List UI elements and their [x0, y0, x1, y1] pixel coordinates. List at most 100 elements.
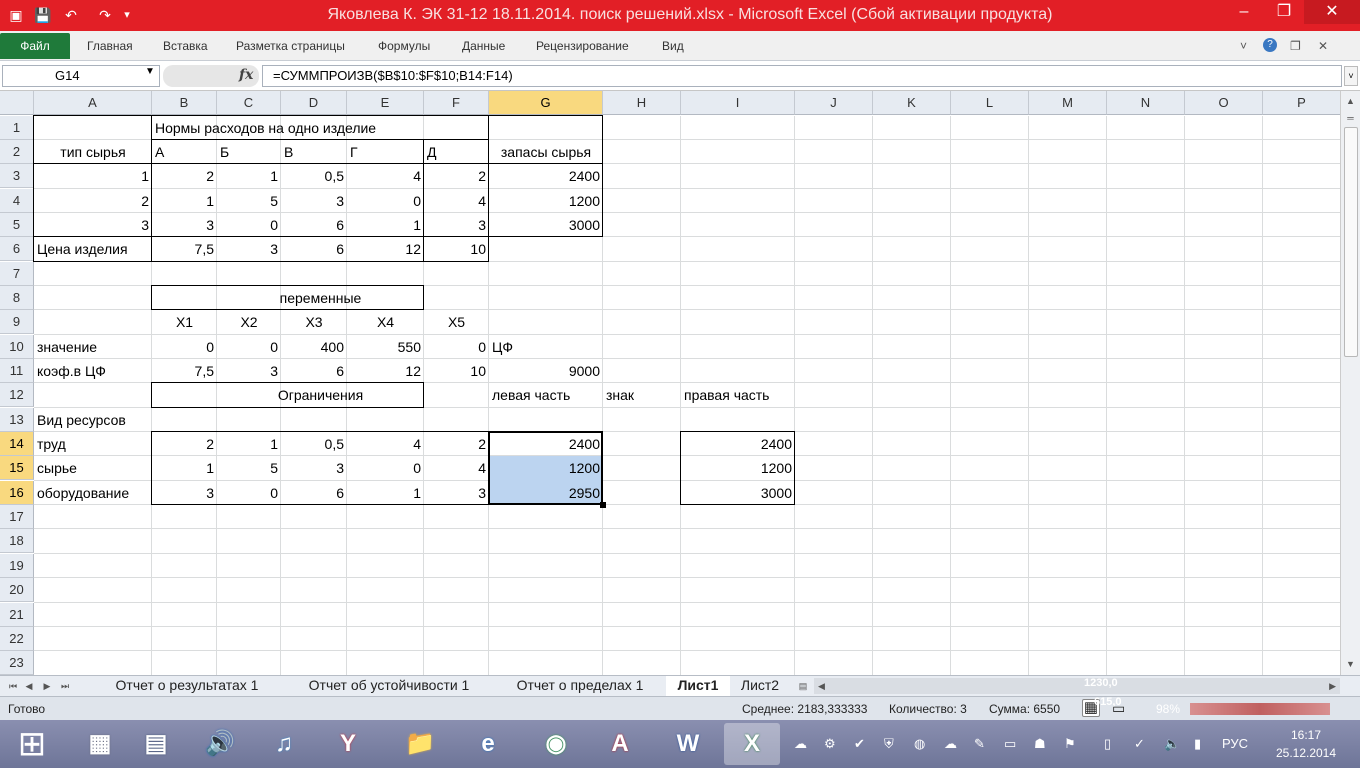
tab-data[interactable]: Данные	[462, 39, 505, 53]
column-header-i[interactable]: I	[681, 91, 795, 115]
cell-i12[interactable]: правая часть	[681, 383, 795, 407]
row-header-6[interactable]: 6	[0, 237, 34, 262]
tab-formulas[interactable]: Формулы	[378, 39, 430, 53]
tray-icon-2[interactable]: ⚙	[824, 736, 836, 752]
tray-icon-4[interactable]: ⛨	[884, 736, 894, 752]
row-header-3[interactable]: 3	[0, 164, 34, 189]
tray-icon-5[interactable]: ◍	[914, 736, 925, 752]
zoom-slider[interactable]	[1190, 703, 1330, 715]
row-header-19[interactable]: 19	[0, 553, 34, 578]
column-header-m[interactable]: M	[1029, 91, 1107, 115]
cell-d10[interactable]: 400	[281, 335, 347, 359]
column-header-d[interactable]: D	[281, 91, 347, 115]
scroll-right-icon[interactable]: ▶	[1329, 678, 1336, 694]
first-sheet-icon[interactable]: ⏮	[6, 678, 20, 694]
tray-icon-7[interactable]: ✎	[974, 736, 985, 752]
row-header-11[interactable]: 11	[0, 359, 34, 383]
tray-icon-11[interactable]: ▯	[1104, 736, 1111, 752]
row-header-1[interactable]: 1	[0, 115, 34, 140]
column-header-n[interactable]: N	[1107, 91, 1185, 115]
vertical-scrollbar[interactable]: ▲ ═ ▼	[1340, 91, 1360, 675]
row-header-4[interactable]: 4	[0, 188, 34, 213]
row-header-16[interactable]: 16	[0, 480, 34, 505]
cell-e11[interactable]: 12	[347, 359, 424, 383]
cell-g12[interactable]: левая часть	[489, 383, 603, 407]
new-sheet-icon[interactable]: ▤	[796, 678, 810, 694]
tab-sheet-results[interactable]: Отчет о результатах 1	[92, 676, 282, 696]
tab-sheet-sensitivity[interactable]: Отчет об устойчивости 1	[288, 676, 490, 696]
column-header-e[interactable]: E	[347, 91, 424, 115]
taskbar-app-word[interactable]: W	[660, 723, 716, 765]
row-header-10[interactable]: 10	[0, 334, 34, 359]
row-header-8[interactable]: 8	[0, 285, 34, 310]
taskbar-app-acrobat[interactable]: A	[592, 723, 648, 765]
cell-b11[interactable]: 7,5	[152, 359, 217, 383]
cell-f11[interactable]: 10	[424, 359, 489, 383]
taskbar-app-excel[interactable]: X	[724, 723, 780, 765]
clock[interactable]: 16:17 25.12.2014	[1266, 726, 1346, 762]
tab-view[interactable]: Вид	[662, 39, 684, 53]
tray-icon-6[interactable]: ☁	[944, 736, 957, 752]
row-header-13[interactable]: 13	[0, 407, 34, 432]
language-indicator[interactable]: РУС	[1222, 736, 1248, 751]
customize-quick-access-icon[interactable]: ▾	[120, 5, 134, 25]
tab-page-layout[interactable]: Разметка страницы	[236, 39, 345, 53]
tray-icon-8[interactable]: ▭	[1004, 736, 1016, 752]
row-header-2[interactable]: 2	[0, 139, 34, 164]
cell-g11[interactable]: 9000	[489, 359, 603, 383]
expand-formula-bar-icon[interactable]: ˅	[1344, 66, 1358, 86]
cell-a15[interactable]: сырье	[34, 456, 152, 480]
restore-workbook-icon[interactable]: ❐	[1290, 39, 1301, 53]
column-header-h[interactable]: H	[603, 91, 681, 115]
cell-h12[interactable]: знак	[603, 383, 681, 407]
cell-g10[interactable]: ЦФ	[489, 335, 603, 359]
tab-sheet-list1[interactable]: Лист1	[666, 676, 730, 696]
tab-review[interactable]: Рецензирование	[536, 39, 629, 53]
cell-b10[interactable]: 0	[152, 335, 217, 359]
column-header-f[interactable]: F	[424, 91, 489, 115]
cell-a14[interactable]: труд	[34, 432, 152, 456]
worksheet-grid[interactable]: A B C D E F G H I J K L M N O P 1 2 3 4 5 6 7 8 9 10 11 12 13 14 15 16 1…	[0, 91, 1340, 675]
taskbar-app-calculator[interactable]: ▤	[128, 723, 184, 765]
cell-e10[interactable]: 550	[347, 335, 424, 359]
row-header-20[interactable]: 20	[0, 578, 34, 603]
name-box[interactable]: G14	[2, 65, 160, 87]
row-header-7[interactable]: 7	[0, 261, 34, 286]
scroll-up-icon[interactable]: ▲	[1343, 94, 1358, 109]
column-header-k[interactable]: K	[873, 91, 951, 115]
column-header-o[interactable]: O	[1185, 91, 1263, 115]
scroll-down-icon[interactable]: ▼	[1343, 657, 1358, 672]
taskbar-app-internet-explorer[interactable]: e	[460, 723, 516, 765]
tray-icon-9[interactable]: ☗	[1034, 736, 1046, 752]
prev-sheet-icon[interactable]: ◀	[22, 678, 36, 694]
tray-icon-3[interactable]: ✔	[854, 736, 865, 752]
row-header-12[interactable]: 12	[0, 383, 34, 408]
tray-icon-14[interactable]: ▮	[1194, 736, 1201, 752]
column-header-l[interactable]: L	[951, 91, 1029, 115]
tray-icon-12[interactable]: ✓	[1134, 736, 1145, 752]
select-all-corner[interactable]	[0, 91, 34, 115]
row-header-18[interactable]: 18	[0, 529, 34, 554]
column-header-g[interactable]: G	[489, 91, 603, 115]
tab-sheet-list2[interactable]: Лист2	[732, 676, 788, 696]
taskbar-app-chrome[interactable]: ◉	[528, 723, 584, 765]
split-handle-icon[interactable]: ═	[1343, 111, 1358, 126]
column-header-j[interactable]: J	[795, 91, 873, 115]
tab-file[interactable]: Файл	[0, 33, 70, 59]
cell-d11[interactable]: 6	[281, 359, 347, 383]
insert-function-icon[interactable]: fx	[239, 67, 253, 83]
cell-f9[interactable]: X5	[424, 310, 489, 334]
cell-a13[interactable]: Вид ресурсов	[34, 408, 152, 432]
horizontal-scrollbar[interactable]: ◀ 1230,0 ▶	[814, 677, 1340, 694]
tab-insert[interactable]: Вставка	[163, 39, 208, 53]
taskbar-app-yandex-browser[interactable]: Y	[320, 723, 376, 765]
tray-icon-13[interactable]: 🔈	[1164, 736, 1180, 752]
scroll-left-icon[interactable]: ◀	[818, 678, 825, 694]
cell-a10[interactable]: значение	[34, 335, 152, 359]
close-workbook-icon[interactable]: ✕	[1318, 39, 1328, 53]
name-box-dropdown-icon[interactable]: ▼	[145, 66, 155, 77]
collapse-ribbon-icon[interactable]: ˅	[1240, 39, 1247, 53]
row-header-5[interactable]: 5	[0, 212, 34, 237]
column-header-b[interactable]: B	[152, 91, 217, 115]
minimize-button[interactable]: –	[1222, 0, 1266, 24]
